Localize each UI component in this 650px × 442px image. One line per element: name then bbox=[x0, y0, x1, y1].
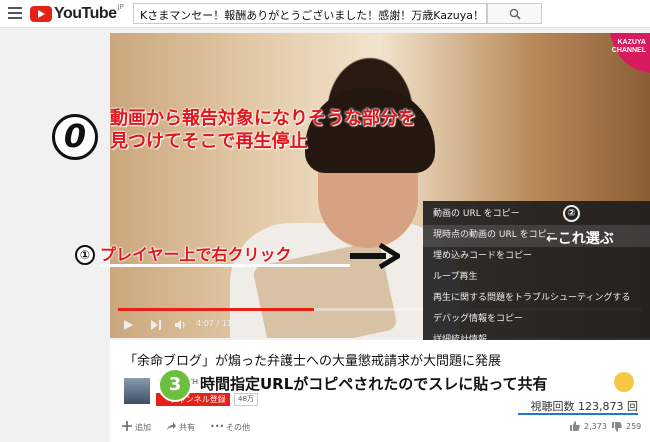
search-button[interactable] bbox=[487, 3, 542, 24]
search-icon bbox=[509, 8, 521, 20]
add-icon[interactable] bbox=[122, 421, 132, 431]
hamburger-menu-icon[interactable] bbox=[8, 7, 22, 19]
channel-watermark-text: KAZUYA CHANNEL bbox=[611, 39, 646, 54]
next-icon[interactable] bbox=[150, 319, 162, 331]
right-arrow-icon bbox=[350, 243, 400, 269]
video-time: 4:07 / 11:00 bbox=[196, 319, 245, 328]
ctx-copy-url-at-time[interactable]: 現時点の動画の URL をコピー bbox=[433, 225, 556, 246]
logo-region: JP bbox=[117, 3, 124, 11]
like-count: 2,373 bbox=[584, 422, 607, 431]
subscriber-count: 48万 bbox=[234, 393, 258, 406]
step-2-text: ←これ選ぶ bbox=[546, 231, 614, 247]
video-title: 「余命ブログ」が煽った弁護士への大量懲戒請求が大問題に発展 bbox=[124, 354, 502, 369]
thumbs-down-icon[interactable] bbox=[612, 422, 622, 432]
step-0-number: 0 bbox=[52, 114, 98, 160]
view-count: 視聴回数 123,873 回 bbox=[530, 400, 638, 413]
step-0-text-line2: 見つけてそこで再生停止 bbox=[110, 131, 308, 152]
step-3-number: 3 bbox=[158, 368, 192, 402]
more-dots-icon[interactable]: ••• bbox=[210, 422, 224, 431]
step-0-text: 動画から報告対象になりそうな部分を 見つけてそこで再生停止 bbox=[110, 107, 416, 153]
video-progress-fill bbox=[118, 308, 314, 311]
video-actions: 追加 共有 ••• その他 2,373 259 bbox=[118, 418, 646, 438]
youtube-page: YouTube JP Kさまマンセー！報酬ありがとうございました！感謝！万歳Ka… bbox=[0, 0, 650, 442]
step-0-text-line1: 動画から報告対象になりそうな部分を bbox=[110, 108, 416, 129]
step-2-number: ② bbox=[563, 205, 580, 222]
logo-text: YouTube bbox=[54, 5, 117, 22]
more-button[interactable]: その他 bbox=[226, 422, 250, 433]
youtube-play-icon bbox=[30, 6, 52, 22]
channel-avatar[interactable] bbox=[124, 378, 150, 404]
step-1-number: ① bbox=[75, 245, 95, 265]
step-1-text: プレイヤー上で右クリック bbox=[100, 245, 292, 264]
add-button[interactable]: 追加 bbox=[135, 422, 151, 433]
step-3-text: 時間指定URLがコピペされたのでスレに貼って共有 bbox=[200, 375, 548, 393]
dislike-count: 259 bbox=[626, 422, 642, 431]
share-button[interactable]: 共有 bbox=[179, 422, 195, 433]
thumbs-up-icon[interactable] bbox=[570, 421, 580, 431]
ctx-loop[interactable]: ループ再生 bbox=[433, 267, 477, 288]
ctx-copy-embed-code[interactable]: 埋め込みコードをコピー bbox=[433, 246, 532, 267]
youtube-logo[interactable]: YouTube JP bbox=[30, 3, 124, 23]
ctx-copy-video-url[interactable]: 動画の URL をコピー bbox=[433, 204, 520, 225]
volume-icon[interactable] bbox=[174, 319, 186, 331]
play-icon[interactable] bbox=[122, 319, 134, 331]
channel-watermark: KAZUYA CHANNEL bbox=[598, 33, 650, 73]
search-input[interactable]: Kさまマンセー！報酬ありがとうございました！感謝！万歳Kazuya！ bbox=[133, 3, 487, 24]
share-icon[interactable] bbox=[166, 421, 176, 431]
top-bar: YouTube JP Kさまマンセー！報酬ありがとうございました！感謝！万歳Ka… bbox=[0, 0, 650, 28]
thinking-emoji-icon bbox=[614, 372, 634, 392]
ctx-troubleshoot-playback[interactable]: 再生に関する問題をトラブルシューティングする bbox=[433, 288, 630, 309]
ctx-copy-debug-info[interactable]: デバッグ情報をコピー bbox=[433, 309, 523, 330]
player-context-menu: 動画の URL をコピー 現時点の動画の URL をコピー 埋め込みコードをコピ… bbox=[423, 201, 650, 353]
like-ratio-bar bbox=[518, 413, 638, 415]
